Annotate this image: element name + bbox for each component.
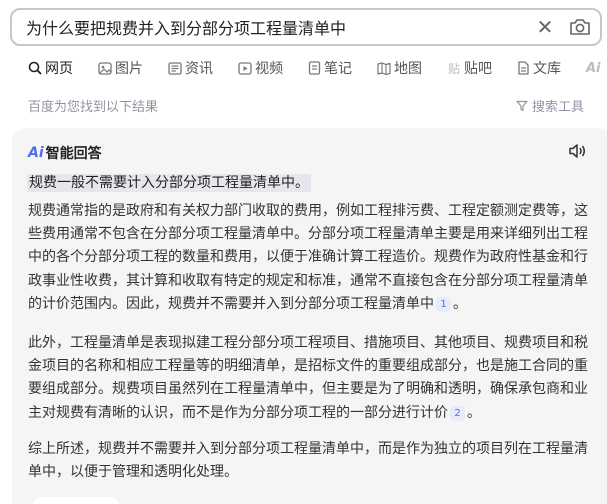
tab-tieba[interactable]: 贴 贴吧 xyxy=(447,58,492,78)
tab-label: 资讯 xyxy=(185,61,213,77)
bottom-action-button[interactable] xyxy=(34,497,118,504)
tab-label: 笔记 xyxy=(324,61,352,77)
tieba-icon: 贴 xyxy=(448,62,460,75)
tab-video[interactable]: 视频 xyxy=(238,58,283,78)
paragraph-text: 综上所述，规费并不需要并入到分部分项工程量清单中，而是作为独立的项目列在工程量清… xyxy=(28,441,588,481)
search-box[interactable]: 为什么要把规费并入到分部分项工程量清单中 ✕ xyxy=(10,8,602,46)
note-icon xyxy=(308,61,321,75)
paragraph-text: 此外，工程量清单是表现拟建工程分部分项工程项目、措施项目、其他项目、规费项目和税… xyxy=(28,335,588,421)
result-count-hint: 百度为您找到以下结果 xyxy=(28,100,159,115)
answer-paragraph: 此外，工程量清单是表现拟建工程分部分项工程项目、措施项目、其他项目、规费项目和税… xyxy=(28,332,588,425)
tab-notes[interactable]: 笔记 xyxy=(308,58,352,78)
ai-answer-header: Ai 智能回答 xyxy=(28,143,102,163)
tab-web[interactable]: 网页 xyxy=(28,58,73,78)
map-icon xyxy=(377,61,391,75)
video-icon xyxy=(238,61,252,75)
ai-tab-icon: Ai xyxy=(586,60,601,76)
tab-label: 视频 xyxy=(255,61,283,77)
ai-logo: Ai xyxy=(28,145,44,161)
ai-answer-title: 智能回答 xyxy=(45,146,102,162)
tab-wenku[interactable]: 文库 xyxy=(517,58,561,78)
paragraph-tail: 。 xyxy=(453,295,467,312)
answer-paragraph: 综上所述，规费并不需要并入到分部分项工程量清单中，而是作为独立的项目列在工程量清… xyxy=(28,438,588,484)
camera-icon[interactable] xyxy=(560,18,600,36)
speaker-icon[interactable] xyxy=(568,143,586,163)
tab-news[interactable]: 资讯 xyxy=(168,58,213,78)
paragraph-tail: 。 xyxy=(467,404,481,421)
tab-map[interactable]: 地图 xyxy=(377,58,422,78)
filter-icon xyxy=(516,100,528,111)
search-icon xyxy=(28,61,42,75)
answer-paragraph: 规费通常指的是政府和有关权力部门收取的费用，例如工程排污费、工程定额测定费等，这… xyxy=(28,200,588,316)
citation-badge[interactable]: 1 xyxy=(436,296,451,312)
tab-label: 文库 xyxy=(533,61,561,77)
clear-icon[interactable]: ✕ xyxy=(530,15,560,39)
search-tools-label: 搜索工具 xyxy=(532,100,585,115)
tab-label: 贴吧 xyxy=(464,61,492,77)
search-input[interactable]: 为什么要把规费并入到分部分项工程量清单中 xyxy=(26,15,530,39)
news-icon xyxy=(168,61,182,75)
tab-label: 地图 xyxy=(394,61,422,77)
paragraph-text: 规费通常指的是政府和有关权力部门收取的费用，例如工程排污费、工程定额测定费等，这… xyxy=(28,203,588,312)
wenku-icon xyxy=(518,61,529,75)
search-tabs: 网页 图片 资讯 视频 笔记 地图 贴 贴吧 文库 Ai xyxy=(28,57,607,79)
tab-label: 网页 xyxy=(45,61,73,77)
tab-images[interactable]: 图片 xyxy=(98,58,143,78)
svg-text:贴: 贴 xyxy=(448,62,460,75)
tab-more[interactable]: Ai xyxy=(586,61,601,76)
tab-label: 图片 xyxy=(115,61,143,77)
image-icon xyxy=(98,61,112,75)
search-tools-button[interactable]: 搜索工具 xyxy=(516,96,584,115)
ai-answer-summary: 规费一般不需要计入分部分项工程量清单中。 xyxy=(27,174,311,192)
citation-badge[interactable]: 2 xyxy=(450,405,465,421)
